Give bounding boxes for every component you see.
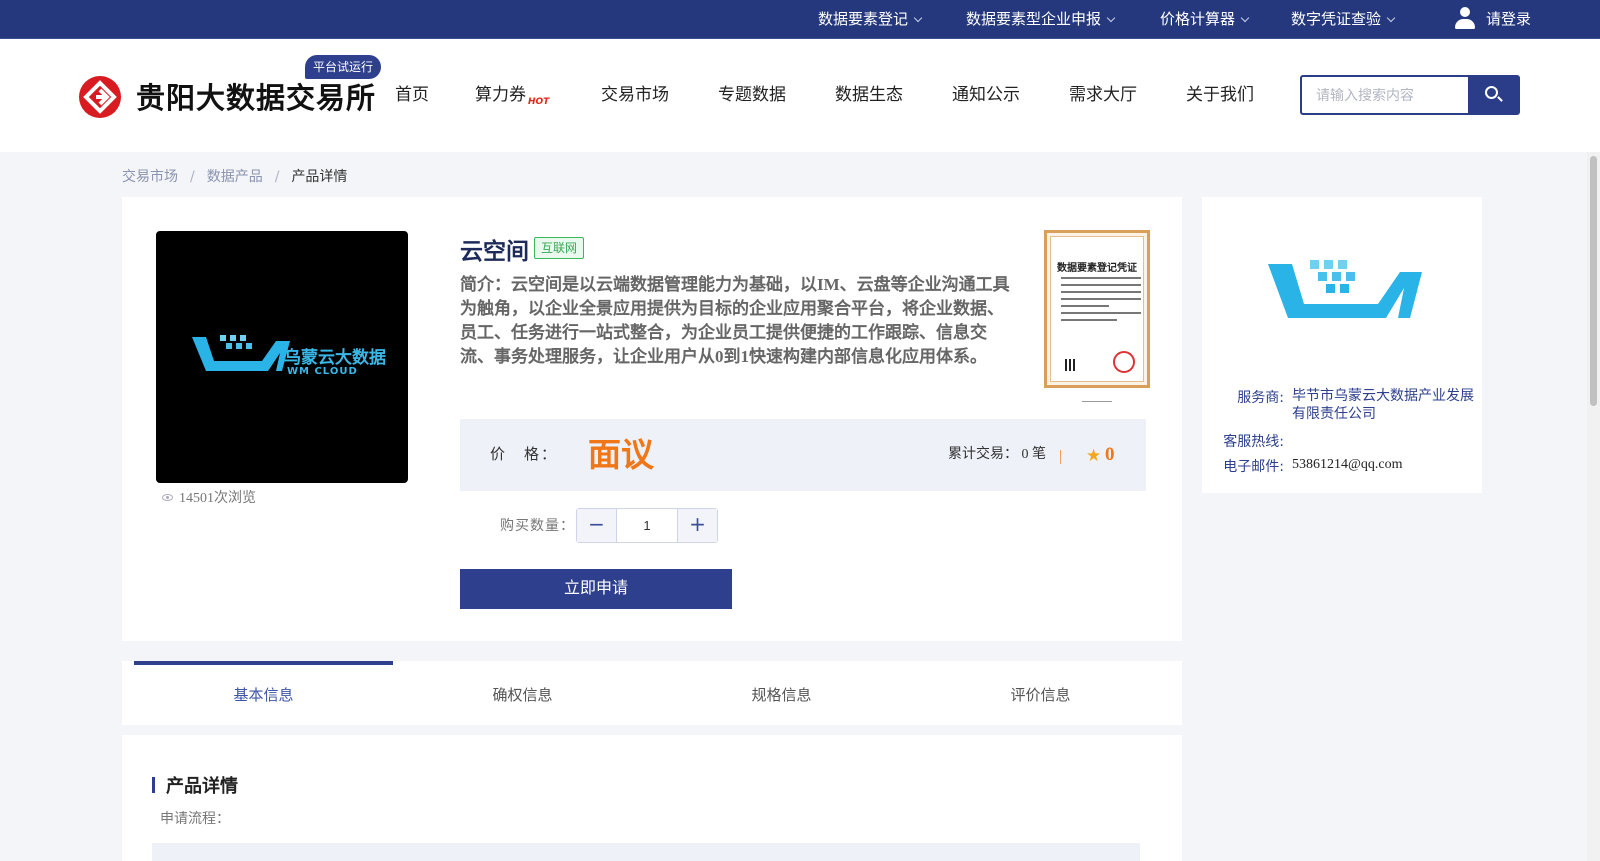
nav-home[interactable]: 首页 [395, 39, 429, 152]
product-details-section: 产品详情 申请流程： [122, 735, 1182, 861]
tab-review-info[interactable]: 评价信息 [911, 661, 1170, 725]
chevron-down-icon [1240, 13, 1250, 23]
seller-logo-icon [1268, 260, 1422, 318]
tab-ownership-info[interactable]: 确权信息 [393, 661, 652, 725]
eye-icon [162, 494, 173, 501]
site-header: 贵阳大数据交易所 平台试运行 首页 算力券 HOT 交易市场 专题数据 数据生态 … [0, 39, 1600, 152]
trial-badge: 平台试运行 [305, 55, 382, 79]
certificate-title: 数据要素登记凭证 [1057, 263, 1137, 274]
product-image: 乌蒙云大数据 WM CLOUD [156, 231, 408, 483]
nav-about-us[interactable]: 关于我们 [1186, 39, 1254, 152]
nav-data-ecosystem[interactable]: 数据生态 [835, 39, 903, 152]
topbar-link-data-registration[interactable]: 数据要素登记 [818, 0, 923, 39]
quantity-stepper: − 1 + [576, 508, 718, 543]
breadcrumb: 交易市场 / 数据产品 / 产品详情 [122, 169, 348, 185]
search-box [1300, 75, 1520, 115]
topbar-link-price-calculator[interactable]: 价格计算器 [1160, 0, 1250, 39]
qr-code-icon [1065, 359, 1077, 371]
tab-spec-info[interactable]: 规格信息 [652, 661, 911, 725]
section-marker [152, 777, 155, 793]
seller-card: 服务商: 毕节市乌蒙云大数据产业发展有限责任公司 客服热线: 电子邮件: 53861… [1202, 197, 1482, 493]
brand-name[interactable]: 贵阳大数据交易所 [136, 75, 376, 117]
divider [1060, 450, 1061, 464]
price-label: 价 格： [490, 447, 559, 463]
price-value: 面议 [588, 435, 654, 474]
chevron-down-icon [913, 13, 923, 23]
page-scrollbar[interactable] [1587, 152, 1600, 861]
search-button[interactable] [1468, 77, 1518, 113]
breadcrumb-data-products[interactable]: 数据产品 [207, 169, 263, 185]
view-count: 14501次浏览 [162, 487, 256, 507]
nav-demand-hall[interactable]: 需求大厅 [1069, 39, 1137, 152]
tab-basic-info[interactable]: 基本信息 [134, 661, 393, 725]
breadcrumb-trading-market[interactable]: 交易市场 [122, 169, 178, 185]
site-logo-icon[interactable] [79, 76, 121, 118]
user-icon [1454, 6, 1476, 30]
wm-logo-text: 乌蒙云大数据 [284, 348, 386, 368]
login-link[interactable]: 请登录 [1454, 0, 1531, 39]
chevron-down-icon [1106, 13, 1116, 23]
application-flow-label: 申请流程： [160, 811, 230, 827]
section-title: 产品详情 [166, 776, 238, 797]
search-input[interactable] [1302, 77, 1470, 113]
quantity-label: 购买数量： [500, 518, 575, 534]
product-card: 乌蒙云大数据 WM CLOUD 14501次浏览 云空间 互联网 简介：云空间是… [122, 197, 1182, 641]
product-description: 简介：云空间是以云端数据管理能力为基础，以IM、云盘等企业沟通工具为触角，以企业… [460, 275, 1010, 366]
topbar-link-enterprise-declaration[interactable]: 数据要素型企业申报 [966, 0, 1116, 39]
registration-certificate[interactable]: 数据要素登记凭证 [1044, 230, 1150, 388]
topbar-link-certificate-check[interactable]: 数字凭证查验 [1291, 0, 1396, 39]
hotline-row: 客服热线: [1223, 434, 1284, 450]
product-title: 云空间 [460, 239, 529, 265]
provider-row: 服务商: 毕节市乌蒙云大数据产业发展有限责任公司 [1237, 387, 1476, 423]
nav-topic-data[interactable]: 专题数据 [718, 39, 786, 152]
apply-button[interactable]: 立即申请 [460, 569, 732, 609]
provider-name[interactable]: 毕节市乌蒙云大数据产业发展有限责任公司 [1292, 387, 1476, 423]
decrease-button[interactable]: − [577, 509, 617, 542]
trade-count: 累计交易： 0 笔 [948, 447, 1046, 462]
nav-trading-market[interactable]: 交易市场 [601, 39, 669, 152]
top-bar: 数据要素登记 数据要素型企业申报 价格计算器 数字凭证查验 请登录 [0, 0, 1600, 39]
nav-notices[interactable]: 通知公示 [952, 39, 1020, 152]
price-box: 价 格： 面议 累计交易： 0 笔 ★ 0 [460, 419, 1146, 491]
nav-compute-voucher[interactable]: 算力券 HOT [475, 39, 549, 152]
certificate-indicator[interactable] [1082, 401, 1112, 402]
industry-tag: 互联网 [534, 237, 585, 259]
scrollbar-thumb[interactable] [1590, 156, 1597, 406]
breadcrumb-current: 产品详情 [291, 169, 348, 185]
email-value: 53861214@qq.com [1292, 457, 1403, 472]
star-icon: ★ [1086, 446, 1102, 466]
hot-badge: HOT [528, 97, 550, 107]
seal-icon [1113, 351, 1135, 373]
wm-logo-subtext: WM CLOUD [287, 366, 358, 377]
chevron-down-icon [1386, 13, 1396, 23]
email-row: 电子邮件: 53861214@qq.com [1222, 456, 1476, 476]
quantity-input[interactable]: 1 [617, 509, 677, 542]
increase-button[interactable]: + [677, 509, 717, 542]
rating-score: 0 [1105, 444, 1115, 465]
info-tabs: 基本信息 确权信息 规格信息 评价信息 [122, 661, 1182, 725]
application-flow-box [152, 843, 1140, 861]
